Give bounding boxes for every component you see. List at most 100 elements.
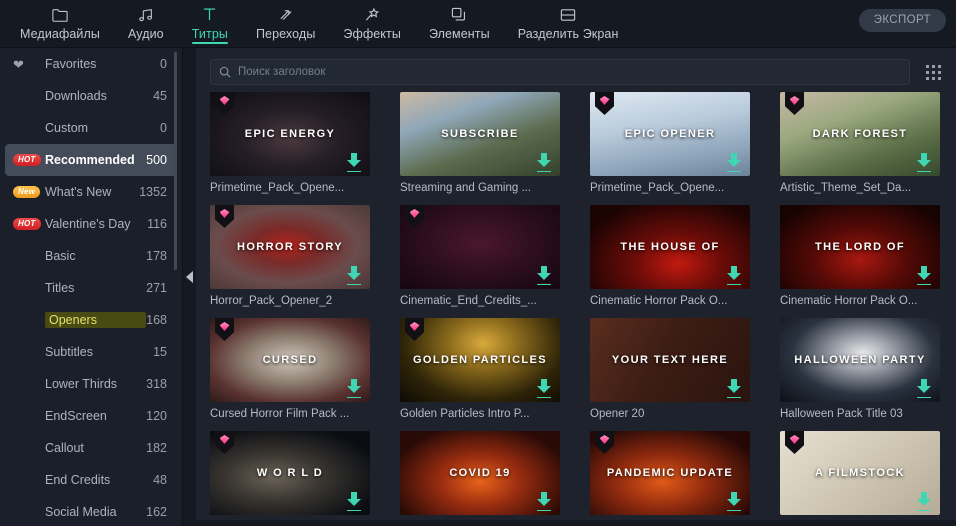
sidebar-collapse-handle[interactable] (186, 271, 193, 283)
sidebar-item-lower-thirds[interactable]: Lower Thirds 318 (5, 368, 177, 400)
sidebar-item-count: 178 (146, 249, 167, 263)
template-thumbnail[interactable]: PANDEMIC UPDATE (590, 431, 750, 515)
template-card[interactable]: COVID 19 (400, 431, 560, 521)
sidebar-item-subtitles[interactable]: Subtitles 15 (5, 336, 177, 368)
template-caption: Primetime_Pack_Opene... (210, 182, 345, 194)
template-card[interactable]: W O R L D (210, 431, 370, 521)
template-thumbnail[interactable]: HALLOWEEN PARTY (780, 318, 940, 402)
download-icon[interactable] (726, 266, 742, 285)
template-thumbnail[interactable]: HORROR STORY (210, 205, 370, 289)
download-icon[interactable] (916, 492, 932, 511)
template-card[interactable]: SUBSCRIBE Streaming and Gaming ... (400, 92, 560, 194)
tab-label: Переходы (255, 27, 316, 41)
template-thumbnail[interactable]: SUBSCRIBE (400, 92, 560, 176)
download-icon[interactable] (916, 266, 932, 285)
template-thumbnail[interactable]: W O R L D (210, 431, 370, 515)
template-thumbnail[interactable] (400, 205, 560, 289)
sidebar-item-count: 0 (160, 121, 167, 135)
tab-5[interactable]: Эффекты (329, 0, 415, 48)
transition-arrows-icon (278, 5, 294, 24)
tab-1[interactable]: Медиафайлы (6, 0, 114, 48)
tab-4[interactable]: Переходы (242, 0, 329, 48)
sidebar-item-count: 0 (160, 57, 167, 71)
sidebar-item-titles[interactable]: Titles 271 (5, 272, 177, 304)
download-icon[interactable] (536, 153, 552, 172)
template-card[interactable]: Cinematic_End_Credits_... (400, 205, 560, 307)
sidebar-item-custom[interactable]: Custom 0 (5, 112, 177, 144)
export-button[interactable]: ЭКСПОРТ (858, 9, 946, 32)
template-card[interactable]: HORROR STORY Horror_Pack_Opener_2 (210, 205, 370, 307)
tab-7[interactable]: Разделить Экран (504, 0, 633, 48)
sidebar-scrollbar[interactable] (174, 52, 177, 270)
sidebar-item-label: Social Media (45, 505, 117, 519)
tab-6[interactable]: Элементы (415, 0, 504, 48)
thumbnail-title-text: THE LORD OF (815, 241, 905, 253)
template-thumbnail[interactable]: A FILMSTOCK (780, 431, 940, 515)
search-input[interactable] (238, 66, 901, 78)
sidebar-item-favorites[interactable]: ❤ Favorites 0 (5, 48, 177, 80)
template-card[interactable]: A FILMSTOCK (780, 431, 940, 521)
template-caption: Cursed Horror Film Pack ... (210, 408, 350, 420)
template-card[interactable]: THE HOUSE OF Cinematic Horror Pack O... (590, 205, 750, 307)
template-card[interactable]: EPIC ENERGY Primetime_Pack_Opene... (210, 92, 370, 194)
hot-badge: HOT (13, 154, 41, 166)
download-icon[interactable] (536, 266, 552, 285)
template-thumbnail[interactable]: DARK FOREST (780, 92, 940, 176)
download-icon[interactable] (726, 379, 742, 398)
template-thumbnail[interactable]: CURSED (210, 318, 370, 402)
sidebar-item-callout[interactable]: Callout 182 (5, 432, 177, 464)
download-icon[interactable] (346, 266, 362, 285)
template-caption: Cinematic Horror Pack O... (780, 295, 918, 307)
sidebar-item-valentine-s-day[interactable]: HOT Valentine's Day 116 (5, 208, 177, 240)
template-thumbnail[interactable]: THE HOUSE OF (590, 205, 750, 289)
sidebar-item-openers[interactable]: Openers 168 (5, 304, 177, 336)
download-icon[interactable] (346, 492, 362, 511)
thumbnail-title-text: THE HOUSE OF (620, 241, 720, 253)
template-caption: Artistic_Theme_Set_Da... (780, 182, 912, 194)
tab-3[interactable]: Титры (178, 0, 242, 48)
download-icon[interactable] (536, 492, 552, 511)
sidebar-item-count: 168 (146, 313, 167, 327)
template-card[interactable]: HALLOWEEN PARTY Halloween Pack Title 03 (780, 318, 940, 420)
template-thumbnail[interactable]: GOLDEN PARTICLES (400, 318, 560, 402)
template-thumbnail[interactable]: YOUR TEXT HERE (590, 318, 750, 402)
template-caption: Opener 20 (590, 408, 645, 420)
template-card[interactable]: PANDEMIC UPDATE (590, 431, 750, 521)
template-thumbnail[interactable]: EPIC ENERGY (210, 92, 370, 176)
template-card[interactable]: CURSED Cursed Horror Film Pack ... (210, 318, 370, 420)
template-thumbnail[interactable]: EPIC OPENER (590, 92, 750, 176)
tab-2[interactable]: Аудио (114, 0, 178, 48)
thumbnail-title-text: PANDEMIC UPDATE (606, 467, 734, 479)
download-icon[interactable] (916, 153, 932, 172)
download-icon[interactable] (536, 379, 552, 398)
sidebar-item-label: Subtitles (45, 345, 93, 359)
sidebar-item-end-credits[interactable]: End Credits 48 (5, 464, 177, 496)
download-icon[interactable] (726, 153, 742, 172)
grid-view-icon[interactable] (920, 59, 946, 85)
folder-icon (52, 5, 68, 24)
category-sidebar[interactable]: ❤ Favorites 0 Downloads 45 Custom 0 HOT Recommen… (0, 48, 182, 526)
sidebar-item-what-s-new[interactable]: New What's New 1352 (5, 176, 177, 208)
template-card[interactable]: YOUR TEXT HERE Opener 20 (590, 318, 750, 420)
download-icon[interactable] (346, 153, 362, 172)
sidebar-item-endscreen[interactable]: EndScreen 120 (5, 400, 177, 432)
template-card[interactable]: THE LORD OF Cinematic Horror Pack O... (780, 205, 940, 307)
template-thumbnail[interactable]: THE LORD OF (780, 205, 940, 289)
thumbnail-title-text: COVID 19 (449, 467, 511, 479)
sidebar-item-recommended[interactable]: HOT Recommended 500 (5, 144, 177, 176)
download-icon[interactable] (726, 492, 742, 511)
sidebar-item-downloads[interactable]: Downloads 45 (5, 80, 177, 112)
search-box[interactable] (210, 59, 910, 85)
sidebar-item-basic[interactable]: Basic 178 (5, 240, 177, 272)
download-icon[interactable] (916, 379, 932, 398)
template-card[interactable]: DARK FOREST Artistic_Theme_Set_Da... (780, 92, 940, 194)
template-thumbnail[interactable]: COVID 19 (400, 431, 560, 515)
sidebar-item-count: 318 (146, 377, 167, 391)
sidebar-item-label: Basic (45, 249, 76, 263)
sidebar-item-lead: ❤ (13, 58, 45, 71)
download-icon[interactable] (346, 379, 362, 398)
template-card[interactable]: EPIC OPENER Primetime_Pack_Opene... (590, 92, 750, 194)
template-card[interactable]: GOLDEN PARTICLES Golden Particles Intro P… (400, 318, 560, 420)
sidebar-item-social-media[interactable]: Social Media 162 (5, 496, 177, 526)
sidebar-item-count: 45 (153, 89, 167, 103)
